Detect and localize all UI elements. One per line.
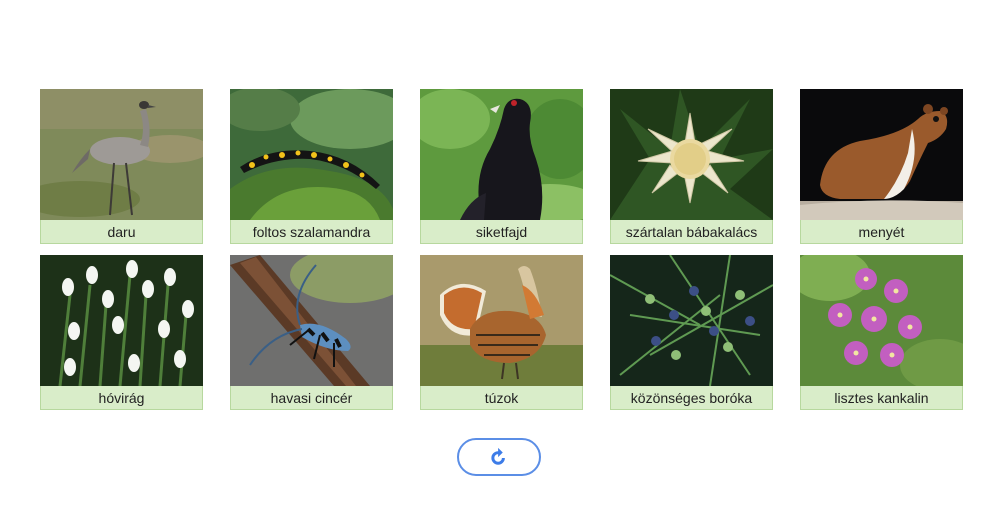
card-label: lisztes kankalin [800, 386, 963, 410]
capercaillie-photo [420, 89, 583, 220]
card-label: foltos szalamandra [230, 220, 393, 244]
card-label: menyét [800, 220, 963, 244]
rosalia-longicorn-photo [230, 255, 393, 386]
card-menyet[interactable]: menyét [800, 89, 963, 244]
card-daru[interactable]: daru [40, 89, 203, 244]
card-hovirag[interactable]: hóvirág [40, 255, 203, 410]
grid-row-2: hóvirág havasi cincér túzok közönséges b… [40, 255, 963, 410]
card-label: közönséges boróka [610, 386, 773, 410]
reload-icon [491, 447, 505, 465]
card-label: daru [40, 220, 203, 244]
card-tuzok[interactable]: túzok [420, 255, 583, 410]
card-label: havasi cincér [230, 386, 393, 410]
weasel-photo [800, 89, 963, 220]
great-bustard-photo [420, 255, 583, 386]
card-label: siketfajd [420, 220, 583, 244]
image-grid: daru foltos szalamandra siketfajd szárta… [40, 89, 963, 421]
carline-thistle-photo [610, 89, 773, 220]
bird-eye-primrose-photo [800, 255, 963, 386]
card-havasi-cincer[interactable]: havasi cincér [230, 255, 393, 410]
card-szartalan-babakalacs[interactable]: szártalan bábakalács [610, 89, 773, 244]
reload-button[interactable] [457, 438, 541, 476]
card-foltos-szalamandra[interactable]: foltos szalamandra [230, 89, 393, 244]
fire-salamander-photo [230, 89, 393, 220]
card-label: hóvirág [40, 386, 203, 410]
grid-row-1: daru foltos szalamandra siketfajd szárta… [40, 89, 963, 244]
juniper-photo [610, 255, 773, 386]
card-lisztes-kankalin[interactable]: lisztes kankalin [800, 255, 963, 410]
crane-photo [40, 89, 203, 220]
snowdrop-photo [40, 255, 203, 386]
card-kozonseges-boroka[interactable]: közönséges boróka [610, 255, 773, 410]
card-siketfajd[interactable]: siketfajd [420, 89, 583, 244]
card-label: szártalan bábakalács [610, 220, 773, 244]
card-label: túzok [420, 386, 583, 410]
